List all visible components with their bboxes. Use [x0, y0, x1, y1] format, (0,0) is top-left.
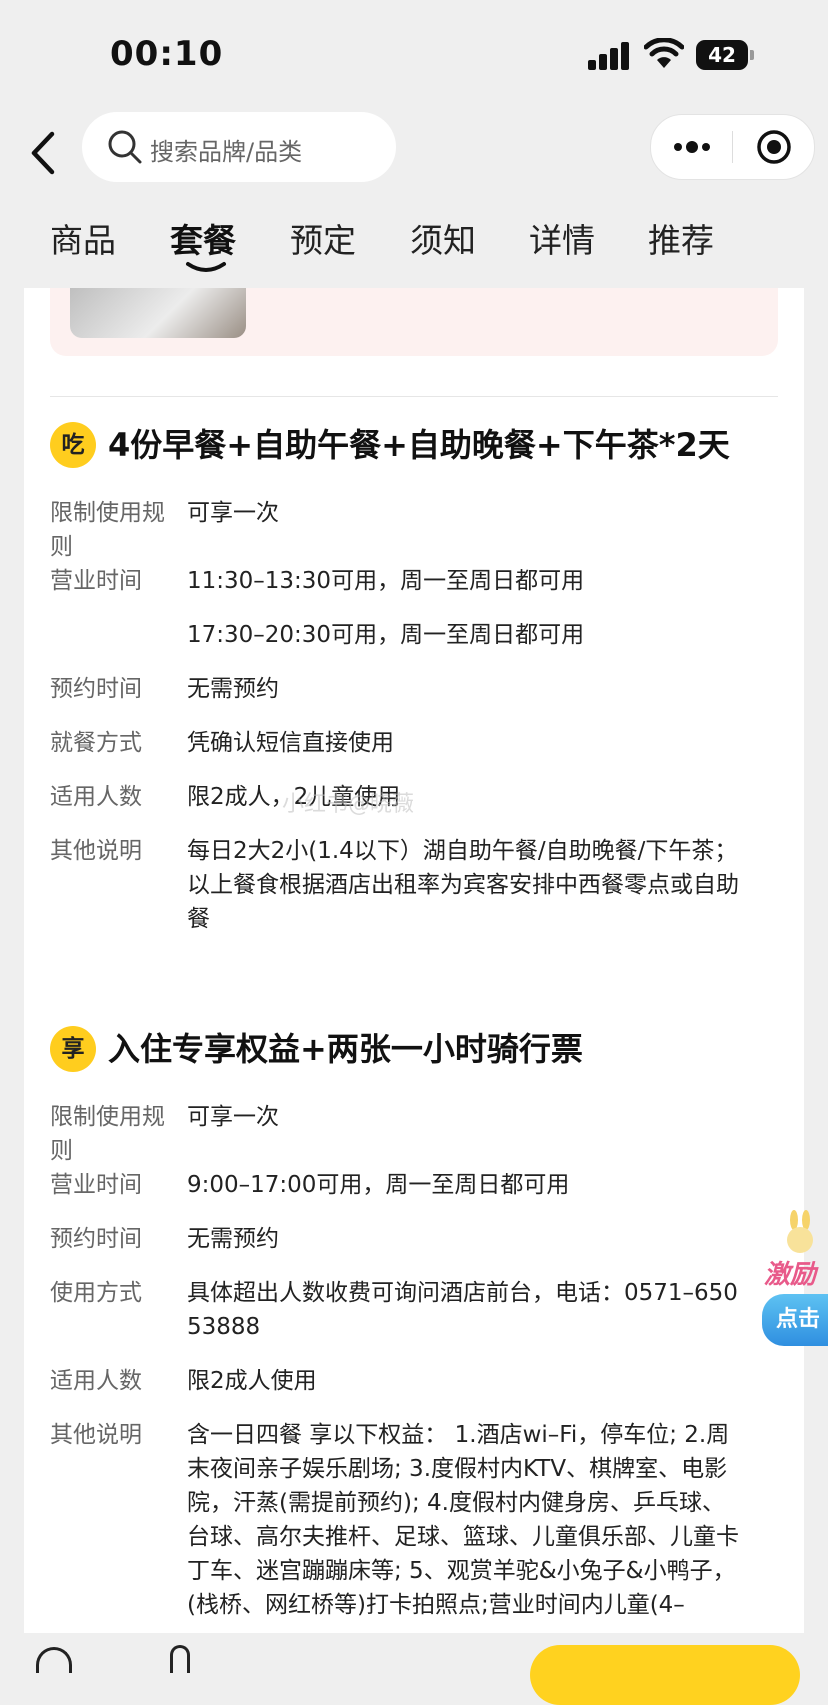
search-input[interactable]: 搜索品牌/品类 [82, 112, 396, 182]
row-label: 限制使用规则 [50, 1104, 165, 1164]
row-label: 限制使用规则 [50, 500, 165, 560]
room-thumbnail[interactable] [70, 288, 246, 338]
row-label: 使用方式 [50, 1280, 142, 1306]
row-value: 具体超出人数收费可询问酒店前台，电话：0571–65053888 [187, 1280, 738, 1340]
reward-widget-button[interactable]: 点击 [762, 1294, 828, 1346]
service-icon[interactable] [170, 1645, 190, 1673]
bottom-action-bar [0, 1633, 828, 1705]
package-header: 吃 4份早餐+自助午餐+自助晚餐+下午茶*2天 [50, 420, 790, 476]
reward-widget-text: 激励 [764, 1260, 817, 1290]
battery-indicator: 42 [696, 40, 754, 70]
tab-details[interactable]: 详情 [529, 214, 595, 262]
tab-booking[interactable]: 预定 [290, 214, 356, 262]
buy-button[interactable] [530, 1645, 800, 1705]
nav-bar: 搜索品牌/品类 [0, 110, 828, 200]
row-value: 17:30–20:30可用，周一至周日都可用 [187, 622, 585, 648]
row-value: 可享一次 [187, 500, 279, 526]
tab-products[interactable]: 商品 [50, 214, 116, 262]
status-time: 00:10 [110, 34, 224, 74]
row-label: 就餐方式 [50, 730, 142, 756]
tab-recommend[interactable]: 推荐 [648, 214, 714, 262]
package-header: 享 入住专享权益+两张一小时骑行票 [50, 1024, 790, 1080]
cellular-signal-icon [588, 40, 632, 70]
row-label: 营业时间 [50, 568, 142, 594]
active-tab-indicator [186, 262, 226, 272]
capsule-divider [732, 131, 733, 163]
row-label: 预约时间 [50, 676, 142, 702]
row-value: 限2成人使用 [187, 1368, 317, 1394]
row-value: 每日2大2小(1.4以下）湖自助午餐/自助晚餐/下午茶； 以上餐食根据酒店出租率… [187, 838, 739, 932]
wifi-icon [644, 38, 684, 68]
package-title: 4份早餐+自助午餐+自助晚餐+下午茶*2天 [108, 426, 730, 464]
tab-bar: 商品 套餐 预定 须知 详情 推荐 [0, 200, 828, 285]
mini-program-capsule [650, 114, 815, 180]
search-placeholder: 搜索品牌/品类 [150, 138, 303, 166]
row-label: 预约时间 [50, 1226, 142, 1252]
row-label: 适用人数 [50, 784, 142, 810]
row-label: 适用人数 [50, 1368, 142, 1394]
package-card: 吃 4份早餐+自助午餐+自助晚餐+下午茶*2天 限制使用规则 可享一次 营业时间… [24, 288, 804, 1633]
row-value: 含一日四餐 享以下权益： 1.酒店wi–Fi，停车位; 2.周末夜间亲子娱乐剧场… [187, 1422, 739, 1618]
reward-float-widget[interactable]: 激励 点击 [760, 1210, 828, 1350]
enjoy-badge-icon: 享 [50, 1026, 96, 1072]
row-value: 11:30–13:30可用，周一至周日都可用 [187, 568, 585, 594]
more-icon[interactable] [671, 127, 713, 167]
row-label: 其他说明 [50, 838, 142, 864]
tab-notice[interactable]: 须知 [410, 214, 476, 262]
eat-badge-icon: 吃 [50, 422, 96, 468]
row-value: 无需预约 [187, 676, 279, 702]
row-value: 9:00–17:00可用，周一至周日都可用 [187, 1172, 570, 1198]
close-target-icon[interactable] [755, 128, 793, 166]
back-arrow-icon[interactable] [20, 128, 70, 178]
watermark: 小红书@晓薇 [282, 792, 415, 817]
package-title: 入住专享权益+两张一小时骑行票 [108, 1030, 583, 1068]
status-bar: 00:10 42 [0, 0, 828, 110]
store-icon[interactable] [36, 1647, 72, 1673]
row-value: 可享一次 [187, 1104, 279, 1130]
promo-banner[interactable] [50, 288, 778, 356]
row-value: 凭确认短信直接使用 [187, 730, 394, 756]
row-value: 无需预约 [187, 1226, 279, 1252]
row-label: 其他说明 [50, 1422, 142, 1448]
row-value: 限2成人，2儿童使用 [187, 784, 401, 810]
row-label: 营业时间 [50, 1172, 142, 1198]
tab-packages[interactable]: 套餐 [170, 214, 236, 262]
search-icon [108, 130, 142, 164]
bunny-icon [787, 1210, 813, 1253]
section-divider [50, 396, 778, 397]
